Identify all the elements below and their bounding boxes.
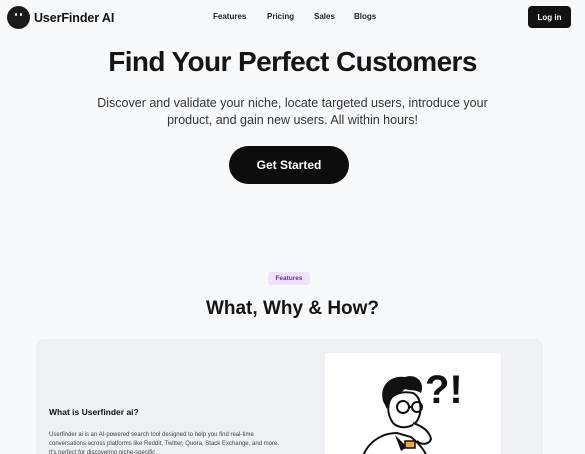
nav-link-pricing[interactable]: Pricing: [267, 12, 314, 21]
section-title: What, Why & How?: [205, 298, 380, 319]
features-badge: Features: [268, 272, 310, 285]
illustration-marks: ?!: [425, 368, 463, 412]
brand[interactable]: UserFinder AI: [7, 6, 114, 29]
main-menu: Features Pricing Sales Blogs: [213, 12, 376, 21]
nav-link-blogs[interactable]: Blogs: [354, 12, 376, 21]
card-description: Userfinder ai is an AI-powered search to…: [49, 432, 279, 454]
nav-link-sales[interactable]: Sales: [314, 12, 354, 21]
login-button[interactable]: Log in: [528, 6, 571, 28]
nav-link-features[interactable]: Features: [213, 12, 267, 21]
get-started-button[interactable]: Get Started: [229, 146, 349, 184]
hero-title: Find Your Perfect Customers: [108, 46, 477, 77]
brand-name: UserFinder AI: [34, 10, 115, 25]
card-heading: What is Userfinder ai?: [49, 407, 139, 417]
logo-icon: [7, 6, 30, 29]
thinking-person-illustration: ?!: [325, 353, 501, 454]
top-navbar: UserFinder AI Features Pricing Sales Blo…: [0, 0, 585, 36]
hero-subtitle: Discover and validate your niche, locate…: [97, 96, 488, 127]
